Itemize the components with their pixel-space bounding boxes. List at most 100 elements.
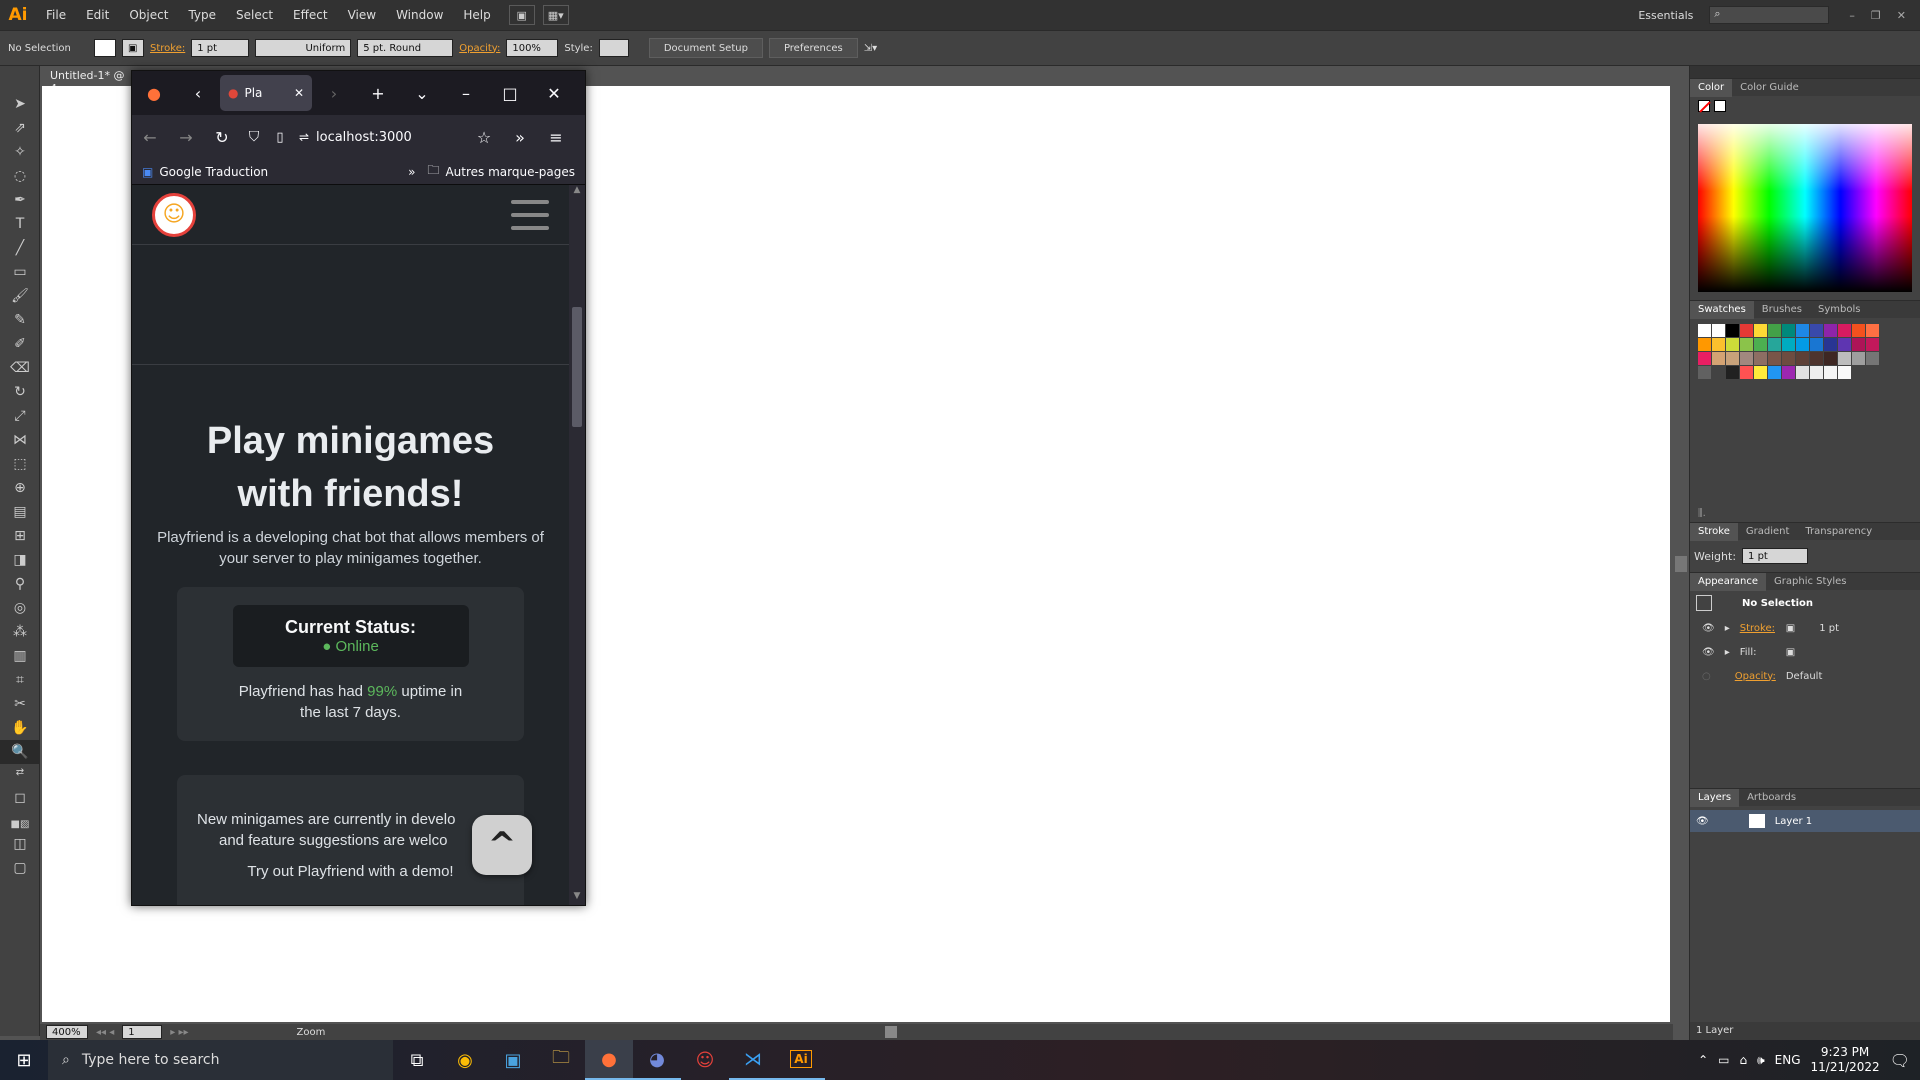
playfriend-app-icon[interactable]: ☺ xyxy=(681,1040,729,1080)
permissions-icon[interactable]: ⇌ xyxy=(292,115,316,159)
tab-swatches[interactable]: Swatches xyxy=(1690,300,1754,319)
task-view-icon[interactable]: ⧉ xyxy=(393,1040,441,1080)
swatch[interactable] xyxy=(1866,352,1879,365)
firefox-icon[interactable]: ● xyxy=(132,71,176,115)
menu-object[interactable]: Object xyxy=(119,8,178,22)
swatch[interactable] xyxy=(1838,352,1851,365)
tab-brushes[interactable]: Brushes xyxy=(1754,301,1810,319)
menu-effect[interactable]: Effect xyxy=(283,8,338,22)
swatch[interactable] xyxy=(1782,366,1795,379)
lasso-tool-icon[interactable]: ◌ xyxy=(0,164,40,188)
color-mode-icon[interactable]: ■▨ xyxy=(0,816,40,832)
swatch[interactable] xyxy=(1768,366,1781,379)
stroke-label[interactable]: Stroke: xyxy=(150,43,185,54)
perspective-grid-tool-icon[interactable]: ▤ xyxy=(0,500,40,524)
scroll-down-icon[interactable]: ▼ xyxy=(569,891,585,905)
swatch[interactable] xyxy=(1866,338,1879,351)
search-icon[interactable]: ⌕ xyxy=(1709,6,1830,24)
swatch[interactable] xyxy=(1810,366,1823,379)
swatch[interactable] xyxy=(1698,324,1711,337)
volume-icon[interactable]: 🕪 xyxy=(1757,1053,1765,1068)
style-dropdown[interactable] xyxy=(598,39,629,57)
swatch[interactable] xyxy=(1796,352,1809,365)
fill-swatch[interactable] xyxy=(94,39,116,57)
scroll-to-top-button[interactable]: ^ xyxy=(472,815,532,875)
zoom-field[interactable]: 400% xyxy=(46,1025,88,1039)
menu-view[interactable]: View xyxy=(338,8,386,22)
window-minimize-icon[interactable]: – xyxy=(444,71,488,115)
language-indicator[interactable]: ENG xyxy=(1775,1053,1801,1067)
opacity-label[interactable]: Opacity: xyxy=(459,43,500,54)
swatch[interactable] xyxy=(1754,352,1767,365)
list-tabs-icon[interactable]: ⌄ xyxy=(400,71,444,115)
close-tab-icon[interactable]: ✕ xyxy=(294,86,304,100)
slice-tool-icon[interactable]: ✂ xyxy=(0,692,40,716)
fill-stroke-icon[interactable]: ◻ xyxy=(0,780,40,816)
blob-brush-tool-icon[interactable]: ✐ xyxy=(0,332,40,356)
menu-help[interactable]: Help xyxy=(453,8,500,22)
clock[interactable]: 9:23 PM 11/21/2022 xyxy=(1811,1045,1880,1075)
tab-color[interactable]: Color xyxy=(1690,78,1733,97)
swatch[interactable] xyxy=(1768,352,1781,365)
scale-tool-icon[interactable]: ⤢ xyxy=(0,404,40,428)
swatch[interactable] xyxy=(1712,352,1725,365)
bookmark-google-traduction[interactable]: Google Traduction xyxy=(159,165,268,179)
swatch[interactable] xyxy=(1810,324,1823,337)
stroke-swatch[interactable]: ▣ xyxy=(122,39,144,57)
gradient-tool-icon[interactable]: ◨ xyxy=(0,548,40,572)
layer-name[interactable]: Layer 1 xyxy=(1775,816,1812,827)
reload-icon[interactable]: ↻ xyxy=(204,115,240,159)
eraser-tool-icon[interactable]: ⌫ xyxy=(0,356,40,380)
layer-visibility-icon[interactable]: 👁 xyxy=(1696,816,1709,827)
tab-symbols[interactable]: Symbols xyxy=(1810,301,1868,319)
swatch[interactable] xyxy=(1824,366,1837,379)
brush-dropdown[interactable]: 5 pt. Round xyxy=(357,39,454,57)
swatch[interactable] xyxy=(1810,338,1823,351)
tracking-shield-icon[interactable]: ⛉ xyxy=(240,115,268,159)
swatch[interactable] xyxy=(1824,324,1837,337)
swatch[interactable] xyxy=(1740,324,1753,337)
new-tab-icon[interactable]: + xyxy=(356,71,400,115)
arrange-icon[interactable]: ⇲▾ xyxy=(864,43,877,54)
swatch[interactable] xyxy=(1698,338,1711,351)
swatch[interactable] xyxy=(1782,338,1795,351)
bookmark-star-icon[interactable]: ☆ xyxy=(466,115,502,159)
swatch[interactable] xyxy=(1712,338,1725,351)
status-label[interactable]: Zoom xyxy=(297,1027,326,1038)
window-close-icon[interactable]: ✕ xyxy=(532,71,576,115)
windows-start-icon[interactable]: ⊞ xyxy=(0,1040,48,1080)
browser-tab[interactable]: ● Pla ✕ xyxy=(220,75,312,111)
page-info-icon[interactable]: ▯ xyxy=(268,115,292,159)
stroke-weight-field[interactable]: 1 pt xyxy=(191,39,250,57)
white-swatch[interactable] xyxy=(1714,100,1726,112)
eyedropper-tool-icon[interactable]: ⚲ xyxy=(0,572,40,596)
swatch[interactable] xyxy=(1824,338,1837,351)
type-tool-icon[interactable]: T xyxy=(0,212,40,236)
selection-tool-icon[interactable]: ➤ xyxy=(0,92,40,116)
swatch[interactable] xyxy=(1838,324,1851,337)
blend-tool-icon[interactable]: ◎ xyxy=(0,596,40,620)
shape-builder-tool-icon[interactable]: ⊕ xyxy=(0,476,40,500)
vscode-icon[interactable]: ⋊ xyxy=(729,1040,777,1080)
direct-selection-tool-icon[interactable]: ⇗ xyxy=(0,116,40,140)
swatch[interactable] xyxy=(1866,324,1879,337)
swatch[interactable] xyxy=(1796,366,1809,379)
opacity-field[interactable]: 100% xyxy=(506,39,559,57)
swatch[interactable] xyxy=(1838,338,1851,351)
magic-wand-tool-icon[interactable]: ✧ xyxy=(0,140,40,164)
menu-select[interactable]: Select xyxy=(226,8,283,22)
swatch[interactable] xyxy=(1726,366,1739,379)
swatch[interactable] xyxy=(1838,366,1851,379)
back-icon[interactable]: ← xyxy=(132,115,168,159)
stroke-profile-dropdown[interactable]: Uniform xyxy=(255,39,352,57)
discord-icon[interactable]: ◕ xyxy=(633,1040,681,1080)
battery-icon[interactable]: ▭ xyxy=(1718,1053,1729,1067)
swatch[interactable] xyxy=(1740,366,1753,379)
menu-file[interactable]: File xyxy=(36,8,76,22)
swatch[interactable] xyxy=(1796,338,1809,351)
tab-scroll-right-icon[interactable]: › xyxy=(312,71,356,115)
swatch[interactable] xyxy=(1852,352,1865,365)
rotate-tool-icon[interactable]: ↻ xyxy=(0,380,40,404)
tray-chevron-icon[interactable]: ⌃ xyxy=(1698,1053,1708,1067)
swatch[interactable] xyxy=(1852,324,1865,337)
